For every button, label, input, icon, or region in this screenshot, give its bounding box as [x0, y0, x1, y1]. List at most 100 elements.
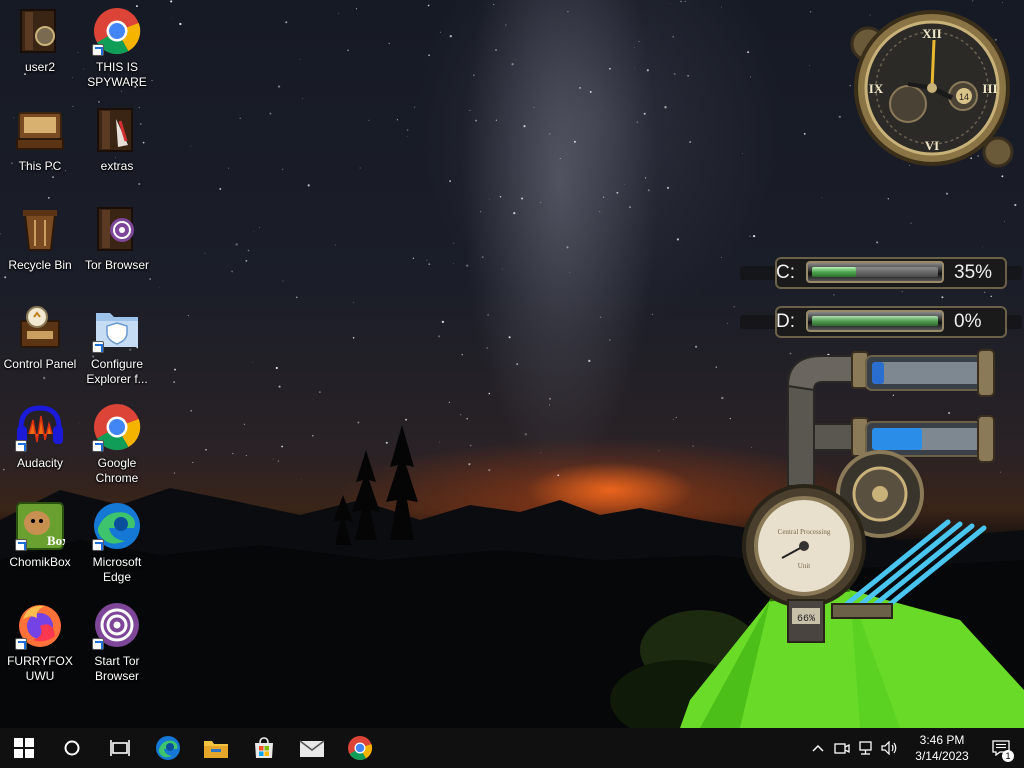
desktop-icon-label: ChomikBox: [9, 555, 71, 569]
tray-meet-button[interactable]: [830, 728, 854, 768]
store-icon: [255, 737, 273, 758]
desktop-icon-this-is-spyware[interactable]: THIS IS SPYWARE: [77, 2, 157, 94]
tray-time-text: 3:46 PM: [919, 733, 965, 747]
desktop-icon-chomikbox[interactable]: Box ChomikBox: [0, 497, 80, 589]
system-tray: 3:46 PM 3/14/2023 1: [806, 728, 1024, 768]
shortcut-arrow-icon: [92, 638, 104, 650]
task-view-icon: [110, 740, 130, 756]
desktop-icon-this-pc[interactable]: This PC: [0, 101, 80, 193]
shortcut-arrow-icon: [92, 44, 104, 56]
windows-start-icon: [14, 738, 34, 758]
desktop-icon-control-panel[interactable]: Control Panel: [0, 299, 80, 391]
firefox-icon: [15, 600, 65, 650]
chrome-icon: [348, 736, 373, 761]
action-center-button[interactable]: 1: [978, 728, 1024, 768]
taskbar-edge-button[interactable]: [144, 728, 192, 768]
tray-volume-button[interactable]: [878, 728, 902, 768]
taskbar-mail-button[interactable]: [288, 728, 336, 768]
desktop-icon-label: Tor Browser: [84, 258, 149, 272]
drive-usage-bar: [806, 261, 944, 283]
desktop-icon-label: Google Chrome: [95, 456, 139, 485]
drive-percent: 35%: [954, 262, 993, 283]
tray-network-button[interactable]: [854, 728, 878, 768]
desktop-icon-label: Audacity: [16, 456, 64, 470]
drive-meter-d: D: 0%: [740, 305, 1022, 339]
desktop-icon-configure-explorer-f[interactable]: Configure Explorer f...: [77, 299, 157, 391]
extras-folder-icon: [92, 105, 142, 155]
shortcut-arrow-icon: [92, 440, 104, 452]
clock-numeral-9: IX: [869, 81, 884, 96]
notification-count-badge: 1: [1002, 750, 1014, 762]
control-panel-icon: [15, 303, 65, 353]
drive-percent: 0%: [954, 311, 982, 332]
desktop-icon-recycle-bin[interactable]: Recycle Bin: [0, 200, 80, 292]
desktop-icon-label: Start Tor Browser: [94, 654, 140, 683]
desktop-icon-furryfox-uwu[interactable]: FURRYFOX UWU: [0, 596, 80, 688]
drive-usage-fill: [812, 267, 857, 277]
clock-numeral-6: VI: [925, 138, 939, 153]
shield-folder-icon: [92, 303, 142, 353]
tor-icon: [92, 600, 142, 650]
steampunk-clock-gadget[interactable]: XII III VI IX 14: [848, 4, 1020, 172]
tor-browser-folder-icon: [92, 204, 142, 254]
shortcut-arrow-icon: [15, 539, 27, 551]
drive-letter: D:: [776, 311, 795, 332]
shortcut-arrow-icon: [15, 440, 27, 452]
desktop-icon-label: Control Panel: [3, 357, 77, 371]
svg-text:Box: Box: [47, 533, 65, 548]
task-view-button[interactable]: [96, 728, 144, 768]
taskbar-chrome-button[interactable]: [336, 728, 384, 768]
shortcut-arrow-icon: [92, 341, 104, 353]
clock-day-label: 14: [959, 92, 969, 102]
taskbar-store-button[interactable]: [240, 728, 288, 768]
steampunk-cpu-gadget[interactable]: Central Processing Unit 66%: [742, 346, 1002, 648]
desktop-icon-user2[interactable]: user2: [0, 2, 80, 94]
gauge-dial-text-bottom: Unit: [798, 562, 811, 570]
clock-numeral-12: XII: [922, 26, 942, 41]
gauge-dial-text-top: Central Processing: [778, 528, 831, 536]
tray-overflow-button[interactable]: [806, 728, 830, 768]
desktop-icon-audacity[interactable]: Audacity: [0, 398, 80, 490]
clock-numeral-3: III: [982, 81, 997, 96]
desktop-icon-tor-browser[interactable]: Tor Browser: [77, 200, 157, 292]
desktop-icon-label: user2: [24, 60, 56, 74]
edge-icon: [92, 501, 142, 551]
desktop-icon-extras[interactable]: extras: [77, 101, 157, 193]
tray-clock[interactable]: 3:46 PM 3/14/2023: [906, 732, 978, 764]
search-button[interactable]: [48, 728, 96, 768]
drive-usage-bar: [806, 310, 944, 332]
drive-usage-fill: [812, 316, 938, 326]
chrome-icon: [92, 402, 142, 452]
desktop-icon-label: This PC: [18, 159, 62, 173]
desktop-icon-label: Microsoft Edge: [92, 555, 142, 584]
network-icon: [859, 741, 872, 755]
start-button[interactable]: [0, 728, 48, 768]
chrome-icon: [92, 6, 142, 56]
drive-letter: C:: [776, 262, 795, 283]
chevron-up-icon: [812, 744, 824, 752]
desktop-icon-label: Recycle Bin: [8, 258, 72, 272]
desktop-icon-microsoft-edge[interactable]: Microsoft Edge: [77, 497, 157, 589]
camera-icon: [834, 743, 850, 754]
desktop-icon-label: extras: [100, 159, 134, 173]
desktop-icon-google-chrome[interactable]: Google Chrome: [77, 398, 157, 490]
file-explorer-icon: [204, 741, 228, 758]
shortcut-arrow-icon: [15, 638, 27, 650]
desktop-icon-label: THIS IS SPYWARE: [87, 60, 147, 89]
this-pc-icon: [15, 105, 65, 155]
desktop-wallpaper: user2 THIS IS SPYWARE This PC extras Recycle…: [0, 0, 1024, 728]
shortcut-arrow-icon: [92, 539, 104, 551]
desktop-icon-start-tor-browser[interactable]: Start Tor Browser: [77, 596, 157, 688]
speaker-icon: [881, 741, 897, 755]
mail-icon: [299, 740, 325, 757]
desktop-icon-label: FURRYFOX UWU: [7, 654, 73, 683]
taskbar: 3:46 PM 3/14/2023 1: [0, 728, 1024, 768]
taskbar-file-explorer-button[interactable]: [192, 728, 240, 768]
tray-date-text: 3/14/2023: [915, 749, 969, 763]
recycle-bin-icon: [15, 204, 65, 254]
gauge-readout: 66%: [797, 614, 815, 625]
edge-icon: [156, 736, 180, 760]
drive-meter-c: C: 35%: [740, 256, 1022, 290]
audacity-icon: [15, 402, 65, 452]
user-folder-icon: [15, 6, 65, 56]
